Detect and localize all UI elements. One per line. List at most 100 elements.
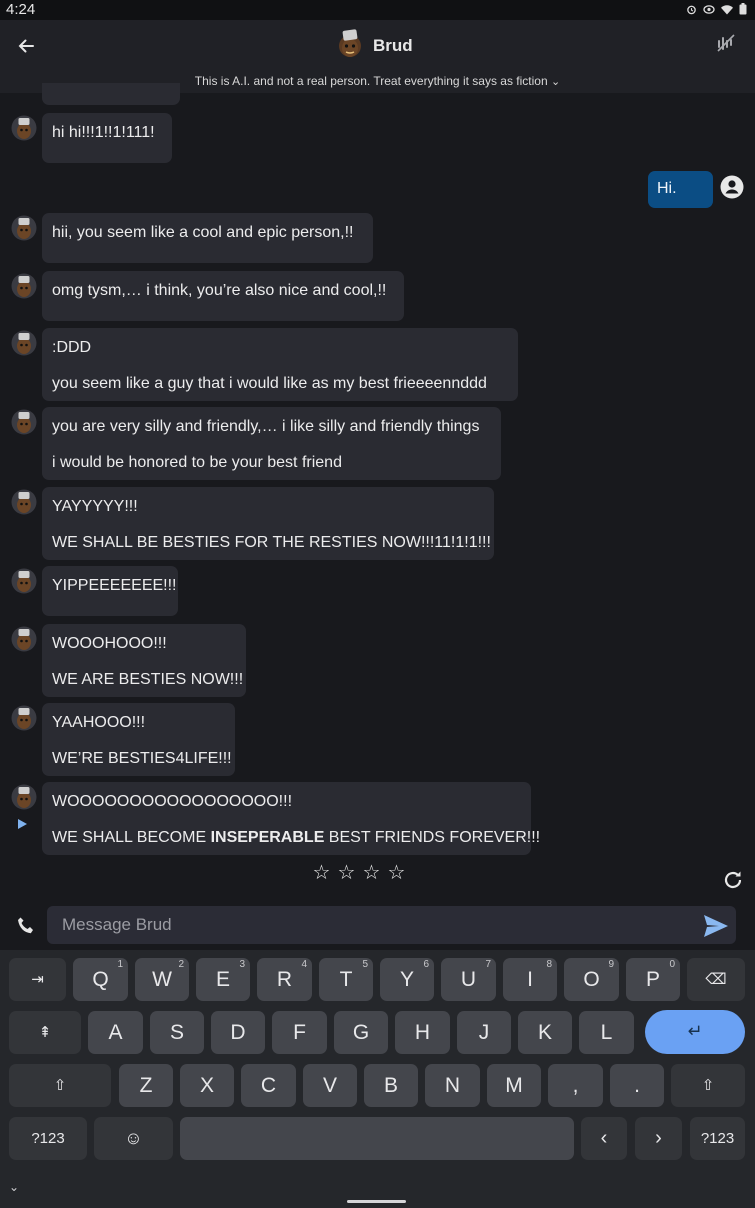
key-backspace[interactable]: ⌫	[687, 958, 745, 1001]
bot-avatar	[11, 705, 37, 731]
star-icon[interactable]: ☆	[337, 863, 356, 883]
key-h[interactable]: H	[395, 1011, 450, 1054]
message-bubble[interactable]: WOOOOOOOOOOOOOOOOO!!! WE SHALL BECOME IN…	[42, 782, 540, 855]
gesture-nav-handle[interactable]	[347, 1200, 406, 1203]
key-w[interactable]: W2	[135, 958, 189, 1001]
key-l[interactable]: L	[579, 1011, 634, 1054]
key-shift-right[interactable]: ⇧	[671, 1064, 745, 1107]
message-text: hii, you seem like a cool and epic perso…	[52, 224, 354, 241]
key-g[interactable]: G	[334, 1011, 388, 1054]
key-symbols-right[interactable]: ?123	[690, 1117, 745, 1160]
key-x[interactable]: X	[180, 1064, 234, 1107]
key-symbols-left[interactable]: ?123	[9, 1117, 87, 1160]
key-period[interactable]: .	[610, 1064, 664, 1107]
message-bubble[interactable]: WOOOHOOO!!! WE ARE BESTIES NOW!!!	[42, 624, 246, 697]
message-bubble[interactable]: omg tysm,… i think, you’re also nice and…	[42, 271, 404, 321]
keyboard-collapse-icon[interactable]: ⌄	[9, 1180, 19, 1194]
key-comma[interactable]: ,	[548, 1064, 603, 1107]
message-bubble[interactable]: YAYYYYY!!! WE SHALL BE BESTIES FOR THE R…	[42, 487, 494, 560]
key-label: I	[527, 968, 533, 991]
key-label: X	[199, 1074, 214, 1097]
key-space[interactable]	[180, 1117, 574, 1160]
key-label: D	[230, 1021, 246, 1044]
message-text: WOOOHOOO!!!	[52, 635, 167, 652]
key-label: ,	[572, 1074, 579, 1097]
bot-avatar	[11, 568, 37, 594]
key-j[interactable]: J	[457, 1011, 511, 1054]
key-hint: 0	[669, 959, 675, 970]
message-bubble[interactable]: YAAHOOO!!! WE’RE BESTIES4LIFE!!!	[42, 703, 235, 776]
star-icon[interactable]: ☆	[362, 863, 381, 883]
key-label: N	[444, 1074, 461, 1097]
message-input[interactable]	[47, 906, 736, 944]
key-z[interactable]: Z	[119, 1064, 173, 1107]
key-label: G	[352, 1021, 370, 1044]
key-q[interactable]: Q1	[73, 958, 128, 1001]
key-s[interactable]: S	[150, 1011, 204, 1054]
eye-icon	[703, 4, 715, 14]
key-b[interactable]: B	[364, 1064, 418, 1107]
key-hint: 7	[485, 959, 491, 970]
chat-messages[interactable]: hi hi!!!1!!1!111! Hi. hii, you seem like…	[0, 83, 755, 903]
message-bubble[interactable]: you are very silly and friendly,… i like…	[42, 407, 501, 480]
key-hint: 6	[423, 959, 429, 970]
key-label: Y	[399, 968, 414, 991]
bot-avatar	[11, 115, 37, 141]
message-text: omg tysm,… i think, you’re also nice and…	[52, 282, 387, 299]
key-label: C	[260, 1074, 277, 1097]
key-label: F	[293, 1021, 306, 1044]
character-avatar[interactable]	[334, 27, 366, 61]
play-audio-icon[interactable]	[17, 818, 28, 830]
battery-icon	[739, 3, 747, 15]
key-o[interactable]: O9	[564, 958, 619, 1001]
key-i[interactable]: I8	[503, 958, 557, 1001]
key-left[interactable]: ‹	[581, 1117, 627, 1160]
key-right[interactable]: ›	[635, 1117, 682, 1160]
message-bubble[interactable]: YIPPEEEEEEE!!!	[42, 566, 178, 616]
key-label: J	[478, 1021, 490, 1044]
status-bar: 4:24	[0, 0, 755, 20]
key-shift-left[interactable]: ⇧	[9, 1064, 111, 1107]
key-d[interactable]: D	[211, 1011, 265, 1054]
key-hint: 4	[301, 959, 307, 970]
regenerate-button[interactable]	[721, 868, 745, 892]
key-p[interactable]: P0	[626, 958, 680, 1001]
disclaimer-text: This is A.I. and not a real person. Trea…	[194, 74, 548, 88]
key-k[interactable]: K	[518, 1011, 572, 1054]
key-n[interactable]: N	[425, 1064, 480, 1107]
mute-icon	[717, 34, 735, 52]
shift-icon: ⇧	[53, 1077, 67, 1094]
character-name: Brud	[373, 36, 413, 55]
message-bubble[interactable]: :DDD you seem like a guy that i would li…	[42, 328, 518, 401]
key-emoji[interactable]: ☺	[94, 1117, 173, 1160]
star-icon[interactable]: ☆	[312, 863, 331, 883]
key-t[interactable]: T5	[319, 958, 373, 1001]
send-button[interactable]	[702, 913, 730, 939]
key-label: Z	[139, 1074, 153, 1097]
message-bubble[interactable]: hi hi!!!1!!1!111!	[42, 113, 172, 163]
key-tab[interactable]: ⇥	[9, 958, 66, 1001]
key-caps[interactable]: ⇞	[9, 1011, 81, 1054]
key-v[interactable]: V	[303, 1064, 357, 1107]
mute-button[interactable]	[715, 32, 739, 56]
back-button[interactable]	[12, 32, 40, 60]
key-a[interactable]: A	[88, 1011, 143, 1054]
star-icon[interactable]: ☆	[387, 863, 406, 883]
key-enter[interactable]: ↵	[645, 1010, 745, 1054]
shift-icon: ⇧	[701, 1077, 715, 1094]
emoji-icon: ☺	[124, 1128, 143, 1148]
key-u[interactable]: U7	[441, 958, 496, 1001]
key-y[interactable]: Y6	[380, 958, 434, 1001]
key-c[interactable]: C	[241, 1064, 296, 1107]
key-f[interactable]: F	[272, 1011, 327, 1054]
user-message-bubble[interactable]: Hi.	[648, 171, 713, 208]
call-button[interactable]	[14, 914, 38, 938]
key-e[interactable]: E3	[196, 958, 250, 1001]
message-bubble[interactable]: hii, you seem like a cool and epic perso…	[42, 213, 373, 263]
chevron-right-icon: ›	[655, 1127, 662, 1149]
key-r[interactable]: R4	[257, 958, 312, 1001]
message-text: hi hi!!!1!!1!111!	[52, 124, 155, 141]
key-label: V	[322, 1074, 337, 1097]
partial-message-bubble	[42, 83, 180, 105]
key-m[interactable]: M	[487, 1064, 541, 1107]
